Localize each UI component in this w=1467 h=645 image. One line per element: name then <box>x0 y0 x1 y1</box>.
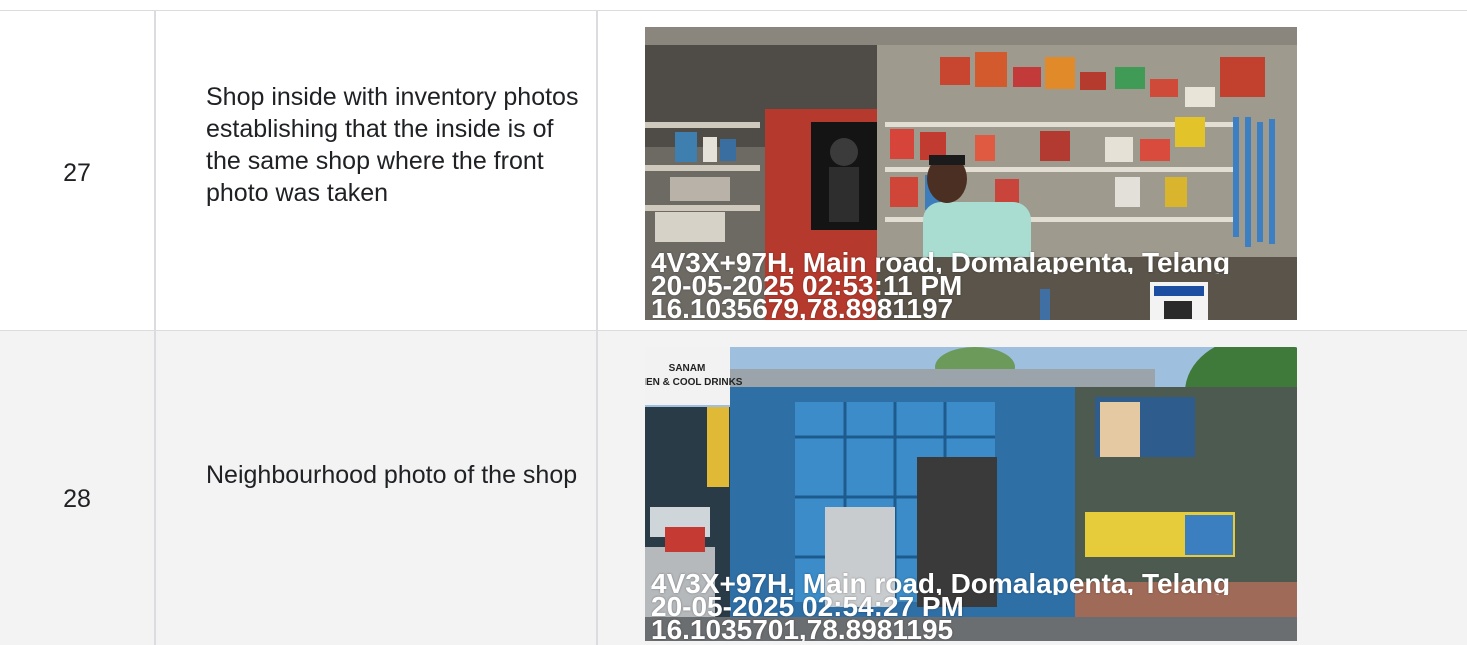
column-divider <box>596 10 598 645</box>
geotag-stamp: 4V3X+97H, Main road, Domalapenta, Telang… <box>651 572 1230 641</box>
column-divider <box>154 10 156 645</box>
stamp-address: 4V3X+97H, Main road, Domalapenta, Telang <box>651 572 1231 595</box>
neighbourhood-photo: SANAM CHEN & COOL DRINKS 4V3X+97H, Main … <box>645 347 1297 641</box>
stamp-datetime: 20-05-2025 02:54:27 PM <box>651 595 964 618</box>
evidence-table: 27 Shop inside with inventory photos est… <box>0 0 1467 645</box>
sign-text-sanam: SANAM <box>669 363 706 374</box>
stamp-address: 4V3X+97H, Main road, Domalapenta, Telang <box>651 251 1231 274</box>
stamp-datetime: 20-05-2025 02:53:11 PM <box>651 274 963 297</box>
row-number: 27 <box>63 159 91 187</box>
table-row: 27 Shop inside with inventory photos est… <box>0 11 1467 330</box>
stamp-coordinates: 16.1035701,78.8981195 <box>651 618 954 641</box>
row-description: Shop inside with inventory photos establ… <box>206 83 579 207</box>
row-number: 28 <box>63 485 91 513</box>
geotag-stamp: 4V3X+97H, Main road, Domalapenta, Telang… <box>651 251 1230 320</box>
sign-text-cool-drinks: CHEN & COOL DRINKS <box>645 377 743 388</box>
stamp-coordinates: 16.1035679,78.8981197 <box>651 297 954 320</box>
row-description: Neighbourhood photo of the shop <box>206 461 578 489</box>
shop-inside-photo: 4V3X+97H, Main road, Domalapenta, Telang… <box>645 27 1297 320</box>
table-row: 28 Neighbourhood photo of the shop SANAM… <box>0 331 1467 645</box>
